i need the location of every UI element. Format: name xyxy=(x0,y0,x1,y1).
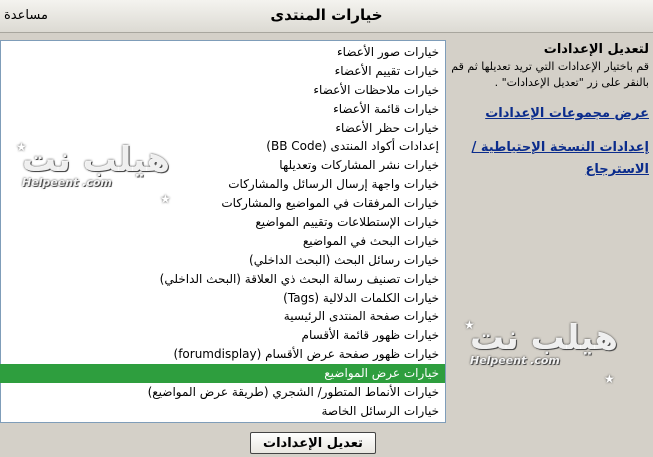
option-item[interactable]: خيارات المرفقات في المواضيع والمشاركات xyxy=(0,194,445,213)
title-bar: خيارات المنتدى مساعدة xyxy=(0,0,653,33)
option-item[interactable]: خيارات حظر الأعضاء xyxy=(0,119,445,138)
option-item[interactable]: خيارات الرسائل الخاصة xyxy=(0,402,445,421)
option-item[interactable]: خيارات قائمة الأعضاء xyxy=(0,100,445,119)
save-settings-button[interactable]: تعديل الإعدادات xyxy=(250,432,376,454)
option-item[interactable]: خيارات ظهور قائمة الأقسام xyxy=(0,326,445,345)
page-title: خيارات المنتدى xyxy=(270,6,383,24)
option-item[interactable]: خيارات صور الأعضاء xyxy=(0,43,445,62)
watermark-logo-text: هيلب نت xyxy=(22,140,170,180)
option-item[interactable]: خيارات الكلمات الدلالية (Tags) xyxy=(0,289,445,308)
star-icon: ★ xyxy=(16,140,27,154)
side-panel-description: قم باختيار الإعدادات التي تريد تعديلها ث… xyxy=(451,60,649,89)
star-icon: ★ xyxy=(604,372,615,386)
option-item[interactable]: خيارات رسائل البحث (البحث الداخلي) xyxy=(0,251,445,270)
options-list[interactable]: خيارات صور الأعضاء خيارات تقييم الأعضاء خي… xyxy=(0,41,445,422)
option-item[interactable]: خيارات ملاحظات الأعضاء xyxy=(0,81,445,100)
option-item[interactable]: خيارات عرض المواضيع xyxy=(0,364,445,384)
watermark-logo: هيلب نت Helpeent .com xyxy=(22,140,170,189)
settings-groups-link[interactable]: عرض مجموعات الإعدادات xyxy=(446,103,649,125)
help-link[interactable]: مساعدة xyxy=(4,8,48,23)
watermark-logo-text: هيلب نت xyxy=(470,318,618,358)
star-icon: ★ xyxy=(464,318,475,332)
backup-restore-link[interactable]: إعدادات النسخة الإحتياطية / الاسترجاع xyxy=(446,137,649,181)
options-listbox[interactable]: خيارات صور الأعضاء خيارات تقييم الأعضاء خي… xyxy=(0,40,446,423)
side-panel-heading: لتعديل الإعدادات xyxy=(543,42,649,57)
option-item[interactable]: خيارات تصنيف رسالة البحث ذي العلاقة (الب… xyxy=(0,270,445,289)
option-item[interactable]: خيارات البحث في المواضيع xyxy=(0,232,445,251)
bottom-bar: تعديل الإعدادات xyxy=(0,423,653,457)
option-item[interactable]: خيارات صفحة المنتدى الرئيسية xyxy=(0,307,445,326)
option-item[interactable]: خيارات ظهور صفحة عرض الأقسام (forumdispl… xyxy=(0,345,445,364)
star-icon: ★ xyxy=(160,192,171,206)
watermark-logo: هيلب نت Helpeent .com xyxy=(470,318,618,367)
option-item[interactable]: خيارات الإستطلاعات وتقييم المواضيع xyxy=(0,213,445,232)
option-item[interactable]: خيارات الأنماط المتطور/ الشجري (طريقة عر… xyxy=(0,383,445,402)
option-item[interactable]: خيارات تقييم الأعضاء xyxy=(0,62,445,81)
